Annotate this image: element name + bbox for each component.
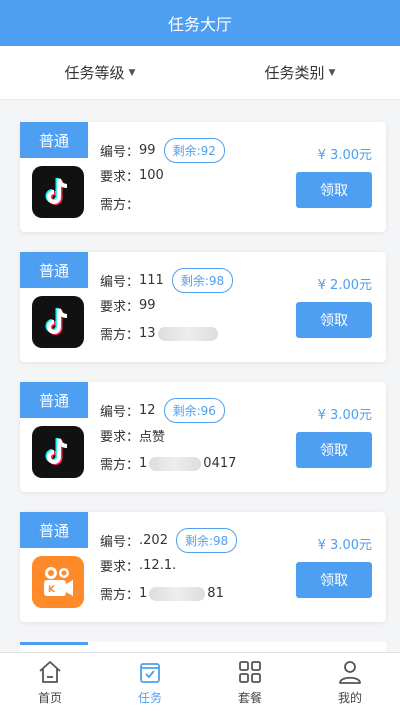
remain-value: 98 [213,534,229,548]
home-icon [39,661,61,683]
claim-button[interactable]: 领取 [296,302,372,338]
redacted-blur [149,456,202,471]
remain-badge: 剩余:92 [163,138,225,163]
task-id-label: 编号： [100,275,140,290]
task-id-value: .202 [139,533,168,548]
task-card[interactable]: 普通 编号： 12 剩余:96 要求： 点赞 需方： 1 0417 ¥ 3.00元 领取 [20,382,386,492]
task-requirement: 要求： 点赞 [100,426,165,445]
owner-label: 需方： [100,198,140,213]
task-owner: 需方： 1 81 [100,584,224,603]
task-card[interactable]: 普通 编号： 111 剩余:98 要求： 99 需方： 13 ¥ 2.00元 领取 [20,252,386,362]
task-id-value: 99 [139,143,156,158]
tab-packages-label: 套餐 [237,691,262,705]
douyin-app-icon [32,426,84,478]
task-price: ¥ 2.00元 [317,278,372,293]
caret-down-icon: ▼ [128,67,136,78]
filter-task-level[interactable]: 任务等级 ▼ [0,62,200,83]
tab-tasks[interactable]: 任务 [100,653,200,712]
task-owner: 需方： 1 0417 [100,454,236,473]
filter-bar: 任务等级 ▼ 任务类别 ▼ [0,46,400,100]
task-id-label: 编号： [100,145,140,160]
tab-mine-label: 我的 [337,691,362,705]
task-id-label: 编号： [100,535,140,550]
remain-label: 剩余: [172,144,201,158]
task-price: ¥ 3.00元 [317,408,372,423]
requirement-value: .12.1. [139,558,177,573]
owner-suffix: 0417 [203,456,237,471]
remain-label: 剩余: [180,274,209,288]
task-id-value: 111 [139,273,164,288]
task-level-tag: 普通 [20,382,88,418]
remain-badge: 剩余:98 [175,528,238,553]
owner-label: 需方： [100,328,140,343]
task-card[interactable]: 普通 K 编号： .202 剩余:98 要求： .12.1. 需方： 1 81 ¥ 3.… [20,512,386,622]
task-requirement: 要求： 99 [100,296,156,315]
remain-value: 98 [208,274,225,288]
task-level-tag-stub [20,642,88,645]
douyin-app-icon [32,296,84,348]
owner-prefix: 1 [139,456,148,471]
grid-icon [239,661,261,683]
owner-label: 需方： [100,588,140,603]
remain-value: 92 [200,144,216,158]
task-card[interactable]: 普通 编号： 99 剩余:92 要求： 100 需方： ¥ 3.00元 领取 [20,122,386,232]
remain-value: 96 [200,404,216,418]
requirement-label: 要求： [100,300,140,315]
task-id-value: 12 [139,403,156,418]
task-id-label: 编号： [100,405,140,420]
remain-label: 剩余: [184,534,214,548]
claim-button[interactable]: 领取 [296,172,372,208]
tab-packages[interactable]: 套餐 [200,653,300,712]
task-level-tag: 普通 [20,252,88,288]
remain-badge: 剩余:98 [171,268,234,293]
tab-tasks-label: 任务 [137,691,162,705]
task-owner: 需方： 13 [100,324,220,343]
caret-down-icon: ▼ [328,67,336,78]
task-price: ¥ 3.00元 [317,538,372,553]
redacted-blur [157,326,218,341]
douyin-app-icon [32,166,84,218]
claim-button[interactable]: 领取 [296,562,372,598]
task-price: ¥ 3.00元 [317,148,372,163]
claim-button[interactable]: 领取 [296,432,372,468]
filter-task-category-label: 任务类别 [264,64,325,82]
tab-home[interactable]: 首页 [0,653,100,712]
task-icon [140,663,160,683]
owner-prefix: 1 [139,586,148,601]
requirement-label: 要求： [100,430,140,445]
task-id: 编号： 12 剩余:96 [100,398,225,423]
page-header: 任务大厅 [0,0,400,46]
svg-text:K: K [48,585,56,595]
filter-task-level-label: 任务等级 [64,64,125,82]
filter-task-category[interactable]: 任务类别 ▼ [200,62,400,83]
task-id: 编号： 111 剩余:98 [100,268,234,293]
kuaishou-app-icon: K [32,556,84,608]
owner-label: 需方： [100,458,140,473]
user-icon [339,661,361,684]
task-requirement: 要求： .12.1. [100,556,176,575]
requirement-value: 点赞 [139,430,166,445]
requirement-value: 100 [139,168,164,183]
task-id: 编号： .202 剩余:98 [100,528,238,553]
redacted-blur [149,586,206,601]
owner-suffix: 81 [207,586,224,601]
task-level-tag: 普通 [20,512,88,548]
requirement-value: 99 [139,298,156,313]
task-requirement: 要求： 100 [100,166,164,185]
page-title: 任务大厅 [167,15,232,34]
remain-label: 剩余: [172,404,201,418]
requirement-label: 要求： [100,560,140,575]
task-id: 编号： 99 剩余:92 [100,138,225,163]
remain-badge: 剩余:96 [163,398,225,423]
task-owner: 需方： [100,194,139,213]
owner-prefix: 13 [139,326,156,341]
tab-home-label: 首页 [37,691,62,705]
tab-mine[interactable]: 我的 [300,653,400,712]
task-level-tag: 普通 [20,122,88,158]
requirement-label: 要求： [100,170,140,185]
bottom-tab-bar: 首页 任务 套餐 我的 [0,652,400,712]
